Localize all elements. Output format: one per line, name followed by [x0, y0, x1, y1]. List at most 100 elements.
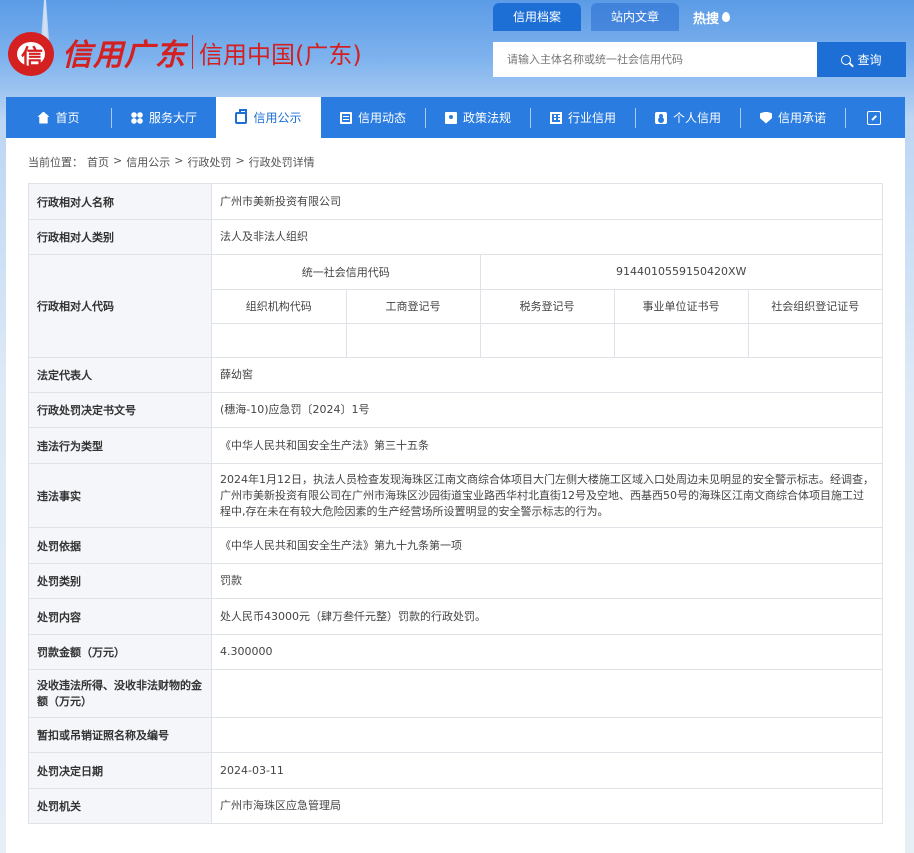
- code-header: 事业单位证书号: [613, 288, 749, 324]
- table-row: 行政相对人类别 法人及非法人组织: [28, 219, 883, 255]
- field-value: 广州市美新投资有限公司: [211, 183, 883, 220]
- code-header: 工商登记号: [345, 288, 481, 324]
- table-row: [212, 322, 882, 357]
- field-value: (穗海-10)应急罚〔2024〕1号: [211, 392, 883, 428]
- briefcase-icon: [235, 108, 248, 124]
- table-row: 处罚决定日期 2024-03-11: [28, 752, 883, 789]
- code-subtable: 统一社会信用代码 9144010559150420XW 组织机构代码 工商登记号…: [212, 255, 882, 357]
- code-header: 税务登记号: [479, 288, 615, 324]
- field-value: 处人民币43000元（肆万叁仟元整）罚款的行政处罚。: [211, 598, 883, 635]
- nav-policy[interactable]: 政策法规: [426, 97, 530, 138]
- table-row: 处罚类别 罚款: [28, 563, 883, 599]
- breadcrumb-current: 行政处罚详情: [248, 156, 315, 169]
- breadcrumb-admin-penalty[interactable]: 行政处罚: [187, 154, 231, 170]
- nav-credit-news[interactable]: 信用动态: [321, 97, 425, 138]
- site-header: 信 信用广东 信用中国(广东) 信用档案 站内文章 热搜 查询: [0, 0, 914, 97]
- penalty-detail-table: 行政相对人名称 广州市美新投资有限公司 行政相对人类别 法人及非法人组织 行政相…: [28, 183, 883, 824]
- search-button-label: 查询: [857, 53, 882, 67]
- main-nav: 首页 服务大厅 信用公示 信用动态 政策法规 行业信用 个人信用 信用承诺: [6, 97, 905, 138]
- code-header: 社会组织登记证号: [747, 288, 882, 324]
- table-row: 处罚内容 处人民币43000元（肆万叁仟元整）罚款的行政处罚。: [28, 598, 883, 635]
- field-label: 违法事实: [28, 463, 212, 528]
- table-row: 罚款金额（万元） 4.300000: [28, 634, 883, 670]
- field-value: 薛幼窖: [211, 357, 883, 393]
- code-value: [345, 322, 481, 357]
- site-logo[interactable]: 信 信用广东 信用中国(广东): [6, 26, 362, 78]
- nav-service-hall[interactable]: 服务大厅: [112, 97, 216, 138]
- tab-credit-archive[interactable]: 信用档案: [493, 3, 582, 31]
- nav-label: 信用动态: [357, 111, 406, 125]
- tab-site-articles[interactable]: 站内文章: [591, 3, 680, 31]
- expand-icon: [866, 110, 881, 125]
- hot-search-link[interactable]: 热搜: [689, 8, 731, 27]
- code-value: [747, 322, 882, 357]
- field-label: 处罚内容: [28, 598, 212, 635]
- field-value: [211, 717, 883, 753]
- field-value: 2024年1月12日，执法人员检查发现海珠区江南文商综合体项目大门左侧大楼施工区…: [211, 463, 883, 528]
- table-row: 行政处罚决定书文号 (穗海-10)应急罚〔2024〕1号: [28, 392, 883, 428]
- table-row: 组织机构代码 工商登记号 税务登记号 事业单位证书号 社会组织登记证号: [212, 288, 882, 324]
- field-label: 罚款金额（万元）: [28, 634, 212, 670]
- field-value: 罚款: [211, 563, 883, 599]
- home-icon: [37, 111, 50, 124]
- nav-expand-button[interactable]: [846, 97, 901, 138]
- table-row: 法定代表人 薛幼窖: [28, 357, 883, 393]
- table-row: 没收违法所得、没收非法财物的金额（万元）: [28, 669, 883, 718]
- field-label: 行政相对人名称: [28, 183, 212, 220]
- field-label: 处罚决定日期: [28, 752, 212, 789]
- logo-mark-icon: 信: [6, 26, 58, 78]
- table-row: 行政相对人名称 广州市美新投资有限公司: [28, 183, 883, 220]
- logo-site-name: 信用中国(广东): [199, 40, 362, 69]
- field-value: 4.300000: [211, 634, 883, 670]
- search-button[interactable]: 查询: [817, 42, 906, 77]
- document-icon: [339, 111, 352, 124]
- book-icon: [444, 111, 457, 124]
- code-value: [479, 322, 615, 357]
- table-row: 违法行为类型 《中华人民共和国安全生产法》第三十五条: [28, 427, 883, 464]
- nav-label: 服务大厅: [148, 111, 197, 125]
- nav-home[interactable]: 首页: [6, 97, 111, 138]
- search-input[interactable]: [493, 42, 817, 77]
- code-subtable-cell: 统一社会信用代码 9144010559150420XW 组织机构代码 工商登记号…: [211, 254, 883, 358]
- field-label: 暂扣或吊销证照名称及编号: [28, 717, 212, 753]
- field-value: [211, 669, 883, 718]
- table-row: 违法事实 2024年1月12日，执法人员检查发现海珠区江南文商综合体项目大门左侧…: [28, 463, 883, 528]
- building-icon: [549, 111, 562, 124]
- nav-label: 个人信用: [672, 111, 721, 125]
- field-label: 违法行为类型: [28, 427, 212, 464]
- hot-search-label: 热搜: [693, 11, 720, 27]
- nav-credit-publicity[interactable]: 信用公示: [216, 97, 321, 138]
- nav-label: 信用承诺: [777, 111, 826, 125]
- table-row: 行政相对人代码 统一社会信用代码 9144010559150420XW 组织机构…: [28, 254, 883, 358]
- field-value: 2024-03-11: [211, 752, 883, 789]
- breadcrumb-prefix: 当前位置：: [28, 156, 83, 169]
- nav-industry-credit[interactable]: 行业信用: [531, 97, 635, 138]
- nav-credit-commitment[interactable]: 信用承诺: [741, 97, 845, 138]
- flame-icon: [722, 12, 731, 22]
- logo-mark-char: 信: [21, 45, 44, 71]
- field-label: 行政相对人代码: [28, 254, 212, 358]
- top-tabs: 信用档案 站内文章 热搜: [493, 3, 731, 31]
- field-label: 处罚类别: [28, 563, 212, 599]
- field-value: 《中华人民共和国安全生产法》第九十九条第一项: [211, 527, 883, 564]
- field-label: 处罚机关: [28, 788, 212, 824]
- field-label: 没收违法所得、没收非法财物的金额（万元）: [28, 669, 212, 718]
- field-value: 《中华人民共和国安全生产法》第三十五条: [211, 427, 883, 464]
- breadcrumb: 当前位置： 首页 > 信用公示 > 行政处罚 > 行政处罚详情: [28, 154, 315, 170]
- uscc-label: 统一社会信用代码: [212, 255, 481, 290]
- table-row: 处罚依据 《中华人民共和国安全生产法》第九十九条第一项: [28, 527, 883, 564]
- field-value: 法人及非法人组织: [211, 219, 883, 255]
- breadcrumb-credit-publicity[interactable]: 信用公示: [126, 154, 170, 170]
- nav-personal-credit[interactable]: 个人信用: [636, 97, 740, 138]
- field-value: 广州市海珠区应急管理局: [211, 788, 883, 824]
- code-value: [212, 322, 347, 357]
- code-value: [613, 322, 749, 357]
- logo-divider: [192, 35, 193, 69]
- table-row: 处罚机关 广州市海珠区应急管理局: [28, 788, 883, 824]
- table-row: 统一社会信用代码 9144010559150420XW: [212, 255, 882, 290]
- breadcrumb-home[interactable]: 首页: [87, 154, 109, 170]
- content-panel: 当前位置： 首页 > 信用公示 > 行政处罚 > 行政处罚详情 行政相对人名称 …: [6, 138, 905, 853]
- breadcrumb-sep: >: [174, 154, 184, 167]
- nav-label: 首页: [55, 111, 80, 125]
- breadcrumb-sep: >: [113, 154, 123, 167]
